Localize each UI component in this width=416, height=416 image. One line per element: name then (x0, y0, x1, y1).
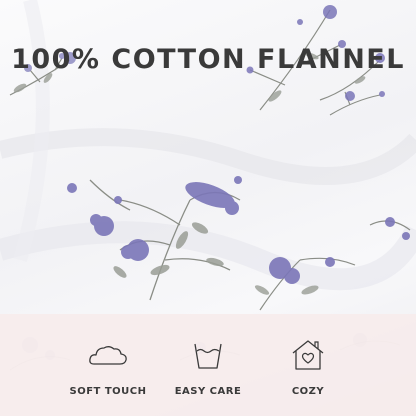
wash-tub-icon (194, 343, 222, 369)
cloud-icon (89, 346, 127, 365)
feature-cozy: COZY (248, 338, 368, 397)
features-band: SOFT TOUCH EASY CARE COZY (0, 314, 416, 416)
feature-label-cozy: COZY (291, 386, 325, 397)
headline-title: 100% COTTON FLANNEL (11, 44, 405, 75)
house-heart-icon (292, 340, 324, 370)
product-feature-image: 100% COTTON FLANNEL SOFT TOUCH EASY CARE… (0, 0, 416, 416)
